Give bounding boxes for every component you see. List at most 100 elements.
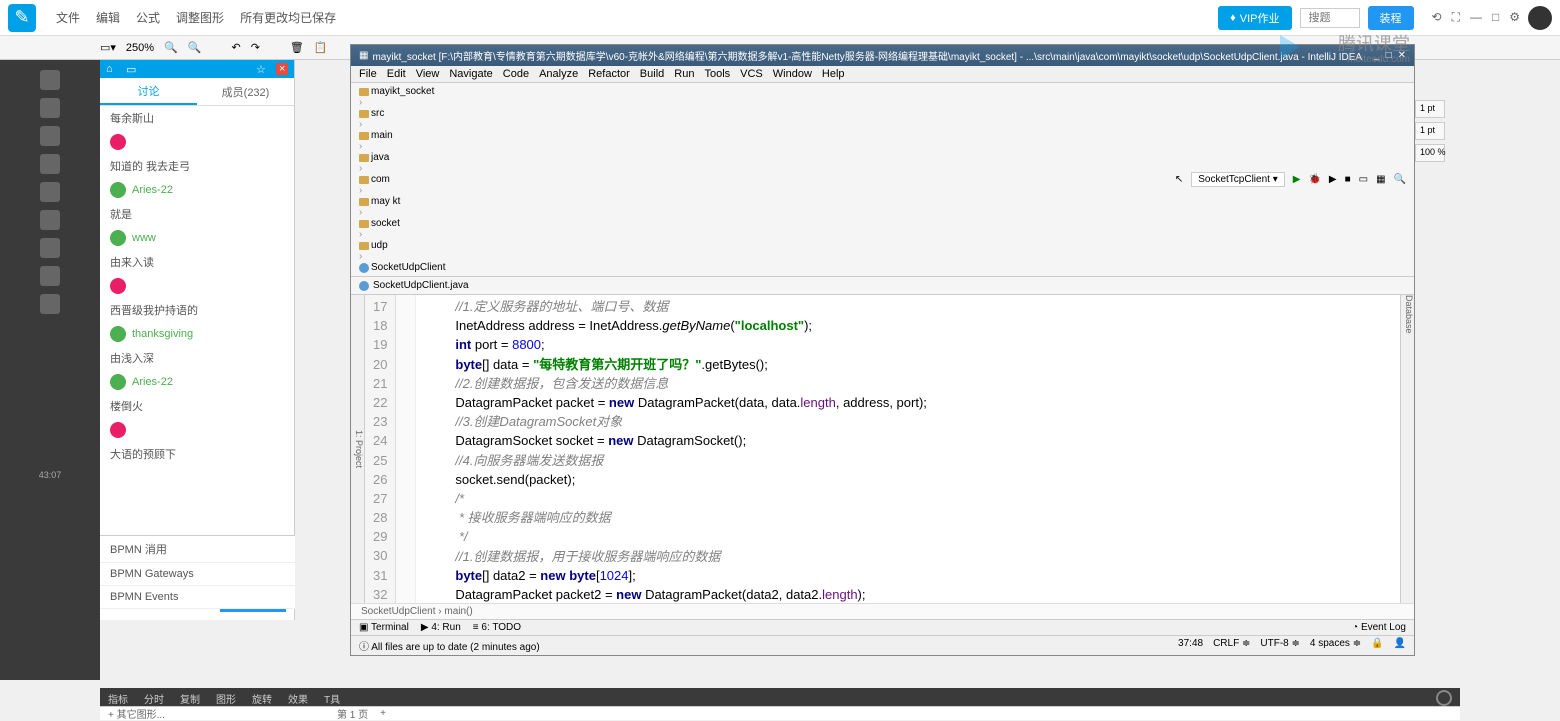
tab-members[interactable]: 成员(232) bbox=[197, 78, 294, 105]
add-page-button[interactable]: + bbox=[380, 708, 386, 719]
strip-icon-3[interactable] bbox=[40, 126, 60, 146]
code-line[interactable]: //4.向服务器端发送数据报 bbox=[426, 451, 1390, 470]
layout-icon[interactable]: ▦ bbox=[1376, 174, 1385, 185]
nav-back-icon[interactable]: ↖ bbox=[1175, 174, 1183, 185]
taskbar-item[interactable]: 效果 bbox=[288, 691, 308, 706]
ide-menu-file[interactable]: File bbox=[359, 68, 377, 80]
menu-file[interactable]: 文件 bbox=[56, 9, 80, 26]
zoom-in-icon[interactable]: 🔍 bbox=[188, 41, 202, 54]
chat-message[interactable] bbox=[100, 418, 294, 442]
ide-breadcrumb-bottom[interactable]: SocketUdpClient › main() bbox=[351, 603, 1414, 619]
code-content[interactable]: //1.定义服务器的地址、端口号、数据 InetAddress address … bbox=[416, 295, 1400, 603]
code-line[interactable]: * 接收服务器端响应的数据 bbox=[426, 508, 1390, 527]
strip-icon-1[interactable] bbox=[40, 70, 60, 90]
code-line[interactable]: socket.send(packet); bbox=[426, 470, 1390, 489]
code-line[interactable]: //3.创建DatagramSocket对象 bbox=[426, 412, 1390, 431]
code-line[interactable]: /* bbox=[426, 489, 1390, 508]
breadcrumb-item[interactable]: SocketUdpClient bbox=[359, 262, 445, 273]
code-line[interactable]: DatagramSocket socket = new DatagramSock… bbox=[426, 431, 1390, 450]
bpmn-item-3[interactable]: BPMN Events bbox=[100, 586, 295, 609]
ide-menu-window[interactable]: Window bbox=[773, 68, 812, 80]
ide-menu-vcs[interactable]: VCS bbox=[740, 68, 763, 80]
encoding[interactable]: UTF-8 ≑ bbox=[1260, 638, 1300, 653]
redo-icon[interactable]: ↷ bbox=[251, 41, 260, 54]
ide-close-icon[interactable]: ✕ bbox=[1398, 50, 1406, 61]
ide-menu-build[interactable]: Build bbox=[640, 68, 664, 80]
breadcrumb-item[interactable]: socket bbox=[359, 218, 445, 229]
taskbar-item[interactable]: T具 bbox=[324, 691, 340, 706]
breadcrumb-item[interactable]: may kt bbox=[359, 196, 445, 207]
breadcrumb-item[interactable]: com bbox=[359, 174, 445, 185]
code-line[interactable]: //2.创建数据报，包含发送的数据信息 bbox=[426, 374, 1390, 393]
menu-edit[interactable]: 编辑 bbox=[96, 9, 120, 26]
search-input[interactable] bbox=[1300, 8, 1360, 28]
ide-menu-view[interactable]: View bbox=[416, 68, 440, 80]
menu-formula[interactable]: 公式 bbox=[136, 9, 160, 26]
bpmn-item-2[interactable]: BPMN Gateways bbox=[100, 563, 295, 586]
breadcrumb-item[interactable]: java bbox=[359, 152, 445, 163]
strip-icon-7[interactable] bbox=[40, 238, 60, 258]
chat-message[interactable]: thanksgiving bbox=[100, 322, 294, 346]
ide-menu-edit[interactable]: Edit bbox=[387, 68, 406, 80]
chat-message[interactable] bbox=[100, 274, 294, 298]
page-indicator[interactable]: 第 1 页 bbox=[337, 706, 368, 721]
code-line[interactable]: //1.定义服务器的地址、端口号、数据 bbox=[426, 297, 1390, 316]
add-shape-button[interactable]: + 其它图形... bbox=[108, 706, 165, 721]
cursor-position[interactable]: 37:48 bbox=[1178, 638, 1203, 653]
stop-icon[interactable]: ■ bbox=[1345, 174, 1351, 185]
ide-title-bar[interactable]: ▦ mayikt_socket [F:\内部教育\专情教育第六期数据库学\v60… bbox=[351, 45, 1414, 66]
ide-menu-analyze[interactable]: Analyze bbox=[539, 68, 578, 80]
ide-maximize-icon[interactable]: □ bbox=[1386, 50, 1392, 61]
code-line[interactable]: InetAddress address = InetAddress.getByN… bbox=[426, 316, 1390, 335]
minimize-icon[interactable]: — bbox=[1470, 10, 1482, 25]
run-config-dropdown[interactable]: SocketTcpClient ▾ bbox=[1191, 172, 1285, 187]
run-icon[interactable]: ▶ bbox=[1293, 174, 1301, 185]
settings-icon[interactable]: ⚙ bbox=[1509, 10, 1520, 25]
readonly-icon[interactable]: 🔒 bbox=[1371, 638, 1383, 653]
ide-minimize-icon[interactable]: _ bbox=[1374, 50, 1380, 61]
power-icon[interactable] bbox=[1436, 690, 1452, 706]
terminal-tab[interactable]: ▣ Terminal bbox=[359, 622, 409, 633]
chat-message[interactable] bbox=[100, 130, 294, 154]
code-line[interactable]: DatagramPacket packet2 = new DatagramPac… bbox=[426, 585, 1390, 603]
app-logo-icon[interactable]: ✎ bbox=[8, 4, 36, 32]
code-editor[interactable]: 1718192021222324252627282930313233343536… bbox=[365, 295, 1400, 603]
breadcrumb-item[interactable]: main bbox=[359, 130, 445, 141]
ide-menu-navigate[interactable]: Navigate bbox=[449, 68, 492, 80]
breadcrumb-item[interactable]: udp bbox=[359, 240, 445, 251]
coverage-icon[interactable]: ▶ bbox=[1329, 174, 1337, 185]
todo-tab[interactable]: ≡ 6: TODO bbox=[473, 622, 521, 633]
ide-right-tool-strip[interactable]: Database bbox=[1400, 295, 1414, 603]
search-everywhere-icon[interactable]: 🔍 bbox=[1394, 174, 1406, 185]
run-tab[interactable]: ▶ 4: Run bbox=[421, 622, 461, 633]
indent[interactable]: 4 spaces ≑ bbox=[1310, 638, 1361, 653]
install-button[interactable]: 装程 bbox=[1368, 6, 1414, 30]
chat-message[interactable]: Aries-22 bbox=[100, 178, 294, 202]
copy-icon[interactable]: 📋 bbox=[314, 41, 328, 54]
close-icon[interactable]: × bbox=[276, 63, 288, 75]
taskbar-item[interactable]: 图形 bbox=[216, 691, 236, 706]
code-line[interactable]: int port = 8800; bbox=[426, 335, 1390, 354]
tab-discussion[interactable]: 讨论 bbox=[100, 78, 197, 105]
menu-adjust[interactable]: 调整图形 bbox=[176, 9, 224, 26]
code-line[interactable]: byte[] data = "每特教育第六期开班了吗？".getBytes(); bbox=[426, 355, 1390, 374]
taskbar-item[interactable]: 旋转 bbox=[252, 691, 272, 706]
ide-menu-refactor[interactable]: Refactor bbox=[588, 68, 630, 80]
zoom-out-icon[interactable]: 🔍 bbox=[164, 41, 178, 54]
strip-icon-9[interactable] bbox=[40, 294, 60, 314]
zoom-level[interactable]: 250% bbox=[126, 42, 154, 54]
delete-icon[interactable]: 🗑 bbox=[290, 41, 304, 54]
user-avatar[interactable] bbox=[1528, 6, 1552, 30]
strip-icon-8[interactable] bbox=[40, 266, 60, 286]
sync-icon[interactable]: ⟲ bbox=[1432, 10, 1442, 25]
strip-icon-6[interactable] bbox=[40, 210, 60, 230]
event-log-tab[interactable]: ◔ Event Log bbox=[1352, 622, 1406, 633]
bpmn-item-1[interactable]: BPMN 消用 bbox=[100, 536, 295, 563]
chat-message[interactable]: www bbox=[100, 226, 294, 250]
strip-icon-5[interactable] bbox=[40, 182, 60, 202]
breadcrumb-item[interactable]: mayikt_socket bbox=[359, 86, 445, 97]
code-line[interactable]: byte[] data2 = new byte[1024]; bbox=[426, 566, 1390, 585]
vip-button[interactable]: ♦ VIP作业 bbox=[1218, 6, 1291, 30]
prop-2[interactable]: 1 pt bbox=[1415, 122, 1445, 140]
debug-icon[interactable]: 🐞 bbox=[1308, 174, 1320, 185]
